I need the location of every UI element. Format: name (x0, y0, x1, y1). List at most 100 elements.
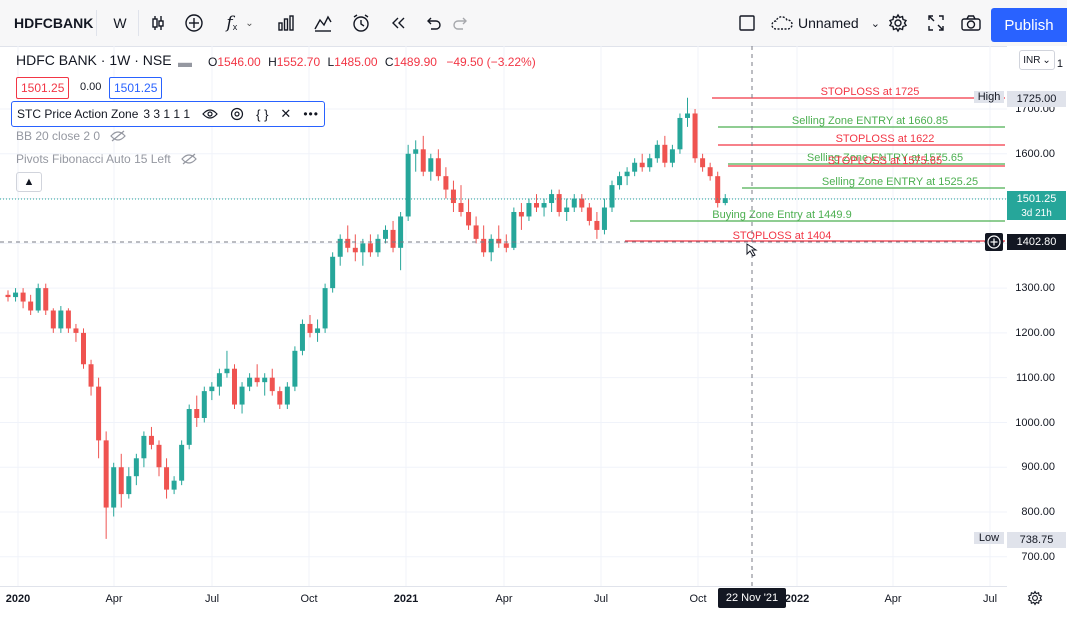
candle (58, 306, 64, 333)
collapse-legend-button[interactable]: ▲ (16, 172, 42, 192)
zone-label: STOPLOSS at 1404 (733, 230, 832, 242)
symbol-search-button[interactable]: HDFCBANK (8, 8, 98, 38)
candle (269, 368, 275, 396)
candle (186, 404, 192, 450)
source-code-icon[interactable]: { } (256, 107, 268, 122)
select-layout-icon[interactable] (734, 8, 760, 38)
indicator-name: BB (16, 129, 33, 143)
alert-clock-icon[interactable] (346, 8, 376, 38)
undo-icon[interactable] (420, 8, 446, 38)
snapshot-camera-icon[interactable] (956, 8, 986, 38)
price-tick-label: 1000.00 (1015, 417, 1055, 429)
indicator-bb-row[interactable]: BB 20 close 2 0 (16, 129, 126, 143)
eye-icon[interactable] (202, 108, 218, 120)
settings-gear-icon[interactable] (884, 8, 912, 38)
chevron-up-icon: ▲ (23, 176, 35, 188)
candle (677, 113, 683, 154)
price-tick-label: 700.00 (1021, 551, 1055, 563)
candle (654, 140, 660, 163)
candle (20, 288, 26, 309)
open-label: O (208, 55, 218, 69)
more-dots-icon[interactable]: ••• (303, 107, 319, 121)
price-tick-label: 800.00 (1021, 506, 1055, 518)
fullscreen-icon[interactable] (922, 8, 950, 38)
candle (420, 135, 426, 177)
candle (247, 373, 253, 392)
candle (322, 283, 328, 333)
candle (179, 440, 185, 486)
candle (700, 153, 706, 172)
add-indicator-icon[interactable] (180, 8, 208, 38)
price-tick-label: 1300.00 (1015, 282, 1055, 294)
candle (624, 167, 630, 186)
toolbar-divider (138, 10, 139, 36)
change-value: −49.50 (−3.22%) (446, 55, 536, 69)
candle (171, 476, 177, 495)
time-tick-label: Jul (593, 593, 609, 605)
indicator-name: Pivots Fibonacci (16, 152, 104, 166)
indicator-settings-icon[interactable] (230, 107, 244, 121)
candle (5, 290, 11, 302)
candle (232, 364, 237, 410)
candle (164, 458, 170, 499)
eye-hidden-icon[interactable] (110, 130, 126, 142)
cursor-pointer-icon (746, 243, 758, 257)
redo-icon[interactable] (448, 8, 474, 38)
candle (148, 426, 154, 450)
time-axis[interactable]: 2020 Apr Jul Oct 2021 Apr Jul Oct 2022 A… (0, 586, 1007, 621)
candle (239, 382, 245, 414)
candle (133, 453, 139, 486)
candle (466, 198, 472, 230)
price-axis[interactable]: 1 1700.00 1600.00 1300.00 1200.00 1100.0… (1007, 46, 1067, 586)
templates-icon[interactable] (308, 8, 338, 38)
candle (141, 431, 147, 468)
interval-button[interactable]: W (108, 8, 132, 38)
publish-button[interactable]: Publish (991, 8, 1067, 42)
candlestick-style-icon[interactable] (144, 8, 172, 38)
candle (352, 234, 358, 262)
time-tick-label: Apr (495, 593, 513, 605)
candle (594, 211, 600, 239)
currency-label: INR (1023, 54, 1041, 66)
price-chart[interactable]: STOPLOSS at 1725 Selling Zone ENTRY at 16… (0, 46, 1007, 586)
zone-label: STOPLOSS at 1622 (836, 133, 935, 145)
candle (201, 386, 207, 423)
cloud-icon[interactable] (768, 8, 796, 38)
candle (156, 440, 162, 477)
candle (315, 319, 321, 342)
eye-hidden-icon[interactable] (180, 153, 197, 165)
compare-bars-icon[interactable] (272, 8, 300, 38)
sell-price-button[interactable]: 1501.25 (16, 77, 70, 99)
candle (413, 140, 419, 172)
add-plus-icon[interactable] (985, 233, 1003, 251)
high-value: 1552.70 (276, 55, 321, 69)
candle (50, 308, 56, 333)
buy-price-button[interactable]: 1501.25 (109, 77, 163, 99)
indicators-fx-icon[interactable]: f x ⌄ (220, 8, 260, 38)
replay-icon[interactable] (384, 8, 412, 38)
candle (337, 234, 343, 266)
spread-value: 0.00 (80, 81, 102, 93)
currency-button[interactable]: INR ⌄ (1019, 50, 1055, 70)
time-tick-label: 2020 (5, 593, 31, 605)
candle (647, 153, 653, 172)
candle (609, 180, 615, 212)
candle (496, 225, 502, 248)
remove-close-icon[interactable]: ✕ (280, 106, 291, 122)
candle (126, 467, 132, 499)
candle (65, 308, 71, 333)
candle (43, 283, 49, 315)
crosshair-date-label: 22 Nov '21 (718, 588, 786, 608)
candle (571, 194, 577, 212)
candle (579, 194, 585, 212)
minimize-icon[interactable]: ▬ (178, 54, 192, 70)
candle (473, 216, 479, 244)
candle (428, 153, 434, 181)
candle (617, 171, 623, 190)
time-tick-label: 2021 (393, 593, 419, 605)
axis-settings-gear-icon[interactable] (1027, 590, 1043, 606)
indicator-stc-row[interactable]: STC Price Action Zone 3 3 1 1 1 { } ✕ ••… (11, 101, 325, 127)
time-tick-label: Apr (105, 593, 123, 605)
price-tick-label: 900.00 (1021, 461, 1055, 473)
indicator-pivots-row[interactable]: Pivots Fibonacci Auto 15 Left (16, 152, 197, 166)
